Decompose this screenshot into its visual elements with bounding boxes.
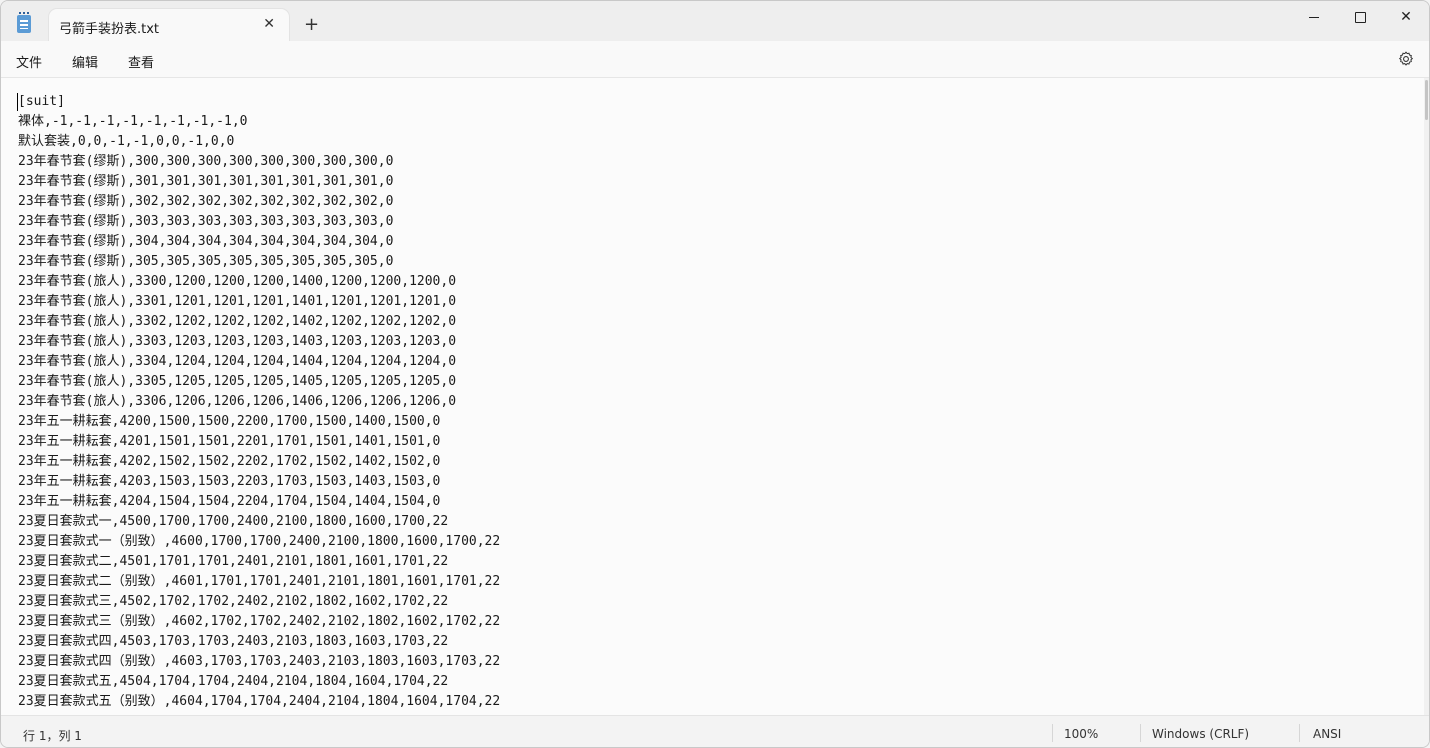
text-line[interactable]: 23年春节套(缪斯),303,303,303,303,303,303,303,3… — [18, 212, 500, 232]
text-line[interactable]: 23夏日套款式三（别致）,4602,1702,1702,2402,2102,18… — [18, 612, 500, 632]
menu-edit[interactable]: 编辑 — [72, 52, 98, 71]
text-line[interactable]: 23夏日套款式二,4501,1701,1701,2401,2101,1801,1… — [18, 552, 500, 572]
text-line[interactable]: 23夏日套款式一,4500,1700,1700,2400,2100,1800,1… — [18, 512, 500, 532]
text-line[interactable]: 23夏日套款式一（别致）,4600,1700,1700,2400,2100,18… — [18, 532, 500, 552]
close-icon: ✕ — [1400, 9, 1412, 25]
maximize-button[interactable] — [1337, 1, 1383, 33]
text-line[interactable]: 23夏日套款式三,4502,1702,1702,2402,2102,1802,1… — [18, 592, 500, 612]
text-line[interactable]: 23年五一耕耘套,4204,1504,1504,2204,1704,1504,1… — [18, 492, 500, 512]
status-divider — [1299, 724, 1300, 742]
text-line[interactable]: 裸体,-1,-1,-1,-1,-1,-1,-1,-1,0 — [18, 112, 500, 132]
text-line[interactable]: 23年五一耕耘套,4201,1501,1501,2201,1701,1501,1… — [18, 432, 500, 452]
status-encoding[interactable]: ANSI — [1313, 727, 1341, 741]
text-line[interactable]: 23年春节套(缪斯),300,300,300,300,300,300,300,3… — [18, 152, 500, 172]
tab-close-icon[interactable]: ✕ — [263, 16, 275, 32]
text-line[interactable]: 23年春节套(旅人),3303,1203,1203,1203,1403,1203… — [18, 332, 500, 352]
status-cursor-position: 行 1，列 1 — [23, 729, 82, 743]
status-divider — [1052, 724, 1053, 742]
maximize-icon — [1354, 11, 1366, 23]
minimize-button[interactable] — [1291, 1, 1337, 33]
menu-file[interactable]: 文件 — [16, 52, 42, 71]
text-line[interactable]: [suit] — [18, 92, 500, 112]
text-line[interactable]: 23夏日套款式四（别致）,4603,1703,1703,2403,2103,18… — [18, 652, 500, 672]
text-content[interactable]: [suit] 裸体,-1,-1,-1,-1,-1,-1,-1,-1,0 默认套装,0… — [18, 92, 500, 712]
text-line[interactable]: 23年五一耕耘套,4203,1503,1503,2203,1703,1503,1… — [18, 472, 500, 492]
text-line[interactable]: 23夏日套款式五（别致）,4604,1704,1704,2404,2104,18… — [18, 692, 500, 712]
text-line[interactable]: 23年春节套(旅人),3301,1201,1201,1201,1401,1201… — [18, 292, 500, 312]
menu-view[interactable]: 查看 — [128, 52, 154, 71]
text-line[interactable]: 23年春节套(缪斯),304,304,304,304,304,304,304,3… — [18, 232, 500, 252]
text-line[interactable]: 23年春节套(缪斯),301,301,301,301,301,301,301,3… — [18, 172, 500, 192]
text-line[interactable]: 23年春节套(旅人),3306,1206,1206,1206,1406,1206… — [18, 392, 500, 412]
text-line[interactable]: 23年春节套(旅人),3305,1205,1205,1205,1405,1205… — [18, 372, 500, 392]
status-zoom[interactable]: 100% — [1064, 727, 1098, 741]
text-line[interactable]: 23夏日套款式四,4503,1703,1703,2403,2103,1803,1… — [18, 632, 500, 652]
vertical-scrollbar[interactable] — [1424, 78, 1429, 715]
notepad-icon — [17, 12, 31, 33]
text-line[interactable]: 默认套装,0,0,-1,-1,0,0,-1,0,0 — [18, 132, 500, 152]
text-line[interactable]: 23年春节套(旅人),3300,1200,1200,1200,1400,1200… — [18, 272, 500, 292]
new-tab-button[interactable]: + — [304, 15, 319, 35]
text-editor-area[interactable]: [suit] 裸体,-1,-1,-1,-1,-1,-1,-1,-1,0 默认套装,0… — [1, 78, 1429, 715]
status-divider — [1140, 724, 1141, 742]
text-line[interactable]: 23年春节套(旅人),3302,1202,1202,1202,1402,1202… — [18, 312, 500, 332]
text-line[interactable]: 23年春节套(缪斯),302,302,302,302,302,302,302,3… — [18, 192, 500, 212]
status-line-ending[interactable]: Windows (CRLF) — [1152, 727, 1249, 741]
text-line[interactable]: 23夏日套款式五,4504,1704,1704,2404,2104,1804,1… — [18, 672, 500, 692]
text-line[interactable]: 23年春节套(旅人),3304,1204,1204,1204,1404,1204… — [18, 352, 500, 372]
text-line[interactable]: 23年五一耕耘套,4202,1502,1502,2202,1702,1502,1… — [18, 452, 500, 472]
text-line[interactable]: 23年春节套(缪斯),305,305,305,305,305,305,305,3… — [18, 252, 500, 272]
tab-title: 弓箭手装扮表.txt — [59, 22, 160, 37]
text-line[interactable]: 23年五一耕耘套,4200,1500,1500,2200,1700,1500,1… — [18, 412, 500, 432]
notepad-window: 弓箭手装扮表.txt ✕ + ✕ 文件 编辑 查看 [suit] 裸体,-1,-1… — [0, 0, 1430, 748]
title-bar[interactable]: 弓箭手装扮表.txt ✕ + ✕ — [1, 1, 1429, 41]
status-bar: 行 1，列 1 100% Windows (CRLF) ANSI — [1, 715, 1429, 747]
minimize-icon — [1309, 16, 1319, 18]
close-window-button[interactable]: ✕ — [1383, 1, 1429, 33]
text-line[interactable]: 23夏日套款式二（别致）,4601,1701,1701,2401,2101,18… — [18, 572, 500, 592]
menu-bar: 文件 编辑 查看 — [1, 41, 1429, 78]
tab-active-file[interactable]: 弓箭手装扮表.txt ✕ — [49, 9, 289, 41]
scrollbar-thumb[interactable] — [1425, 80, 1428, 120]
gear-icon[interactable] — [1398, 51, 1414, 67]
